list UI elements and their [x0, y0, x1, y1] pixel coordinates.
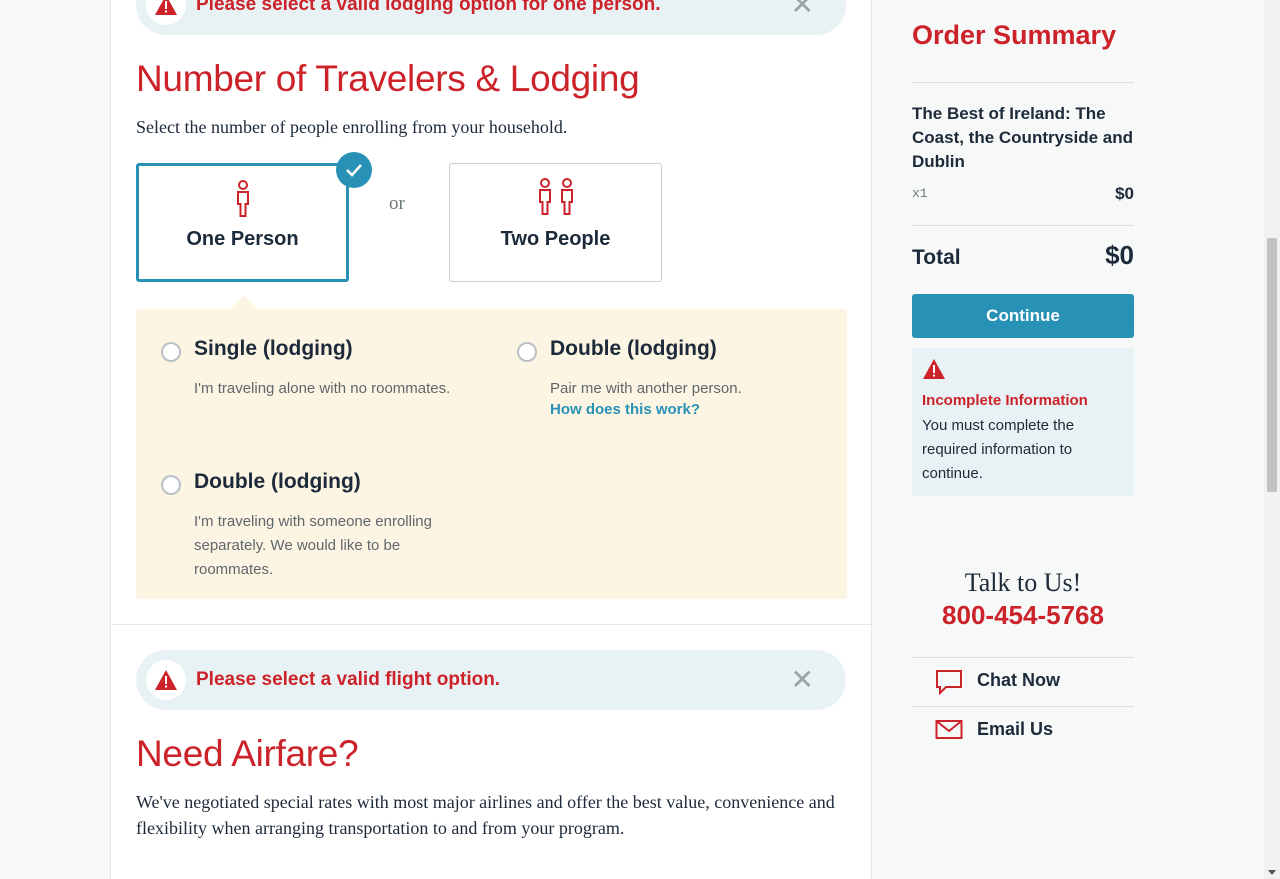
divider	[912, 225, 1134, 226]
warning-icon	[146, 660, 186, 700]
radio-button[interactable]	[517, 342, 537, 362]
radio-button[interactable]	[161, 342, 181, 362]
alert-message: Please select a valid lodging option for…	[196, 0, 661, 15]
alert-message: Please select a valid flight option.	[196, 669, 501, 690]
travelers-heading: Number of Travelers & Lodging	[136, 58, 640, 99]
option-description: I'm traveling with someone enrolling sep…	[194, 513, 432, 578]
two-people-icon	[536, 178, 576, 221]
option-title: Double (lodging)	[194, 470, 361, 493]
warning-title: Incomplete Information	[922, 392, 1088, 409]
radio-button[interactable]	[161, 475, 181, 495]
chat-now-label: Chat Now	[977, 670, 1060, 690]
trip-title: The Best of Ireland: The Coast, the Coun…	[912, 104, 1134, 171]
person-icon	[235, 180, 251, 223]
option-title: Double (lodging)	[550, 337, 717, 360]
checkmark-icon	[336, 152, 372, 188]
chat-icon	[935, 669, 963, 700]
flight-error-alert: Please select a valid flight option. ✕	[136, 650, 846, 710]
continue-button[interactable]: Continue	[912, 294, 1134, 338]
divider	[912, 82, 1134, 83]
item-price: $0	[1115, 184, 1134, 203]
travelers-intro: Select the number of people enrolling fr…	[136, 117, 568, 137]
section-divider	[111, 624, 871, 625]
email-us-label: Email Us	[977, 719, 1054, 739]
warning-text: You must complete the required informati…	[922, 417, 1075, 482]
option-description: Pair me with another person.	[550, 380, 742, 397]
warning-icon	[146, 0, 186, 25]
close-icon[interactable]: ✕	[791, 0, 814, 19]
or-separator: or	[389, 193, 405, 214]
chat-now-link[interactable]: Chat Now	[912, 657, 1134, 706]
talk-to-us-heading: Talk to Us!	[964, 568, 1082, 597]
option-description: I'm traveling alone with no roommates.	[194, 380, 451, 397]
main-panel: Please select a valid lodging option for…	[110, 0, 872, 879]
one-person-card[interactable]: One Person	[136, 152, 372, 282]
total-label: Total	[912, 246, 961, 269]
two-people-card[interactable]: Two People	[449, 163, 662, 282]
page-scrollbar[interactable]	[1264, 0, 1280, 879]
incomplete-info-warning: Incomplete Information You must complete…	[912, 348, 1134, 496]
airfare-heading: Need Airfare?	[136, 733, 359, 774]
warning-icon	[922, 358, 946, 385]
lodging-error-alert: Please select a valid lodging option for…	[136, 0, 846, 35]
scroll-down-icon[interactable]	[1268, 870, 1276, 875]
two-people-label: Two People	[500, 228, 611, 250]
total-value: $0	[1105, 240, 1134, 270]
email-us-link[interactable]: Email Us	[912, 706, 1134, 755]
scrollbar-thumb[interactable]	[1267, 238, 1277, 492]
quantity: x1	[912, 186, 928, 201]
how-does-this-work-link[interactable]: How does this work?	[550, 401, 700, 418]
order-summary-heading: Order Summary	[912, 20, 1117, 50]
panel-pointer	[230, 295, 258, 309]
one-person-label: One Person	[186, 228, 299, 250]
option-title: Single (lodging)	[194, 337, 353, 360]
phone-number-link[interactable]: 800-454-5768	[912, 600, 1134, 631]
lodging-options-panel: Single (lodging) I'm traveling alone wit…	[136, 295, 847, 599]
close-icon[interactable]: ✕	[791, 666, 814, 694]
email-icon	[935, 718, 963, 745]
airfare-text: We've negotiated special rates with most…	[136, 792, 835, 838]
